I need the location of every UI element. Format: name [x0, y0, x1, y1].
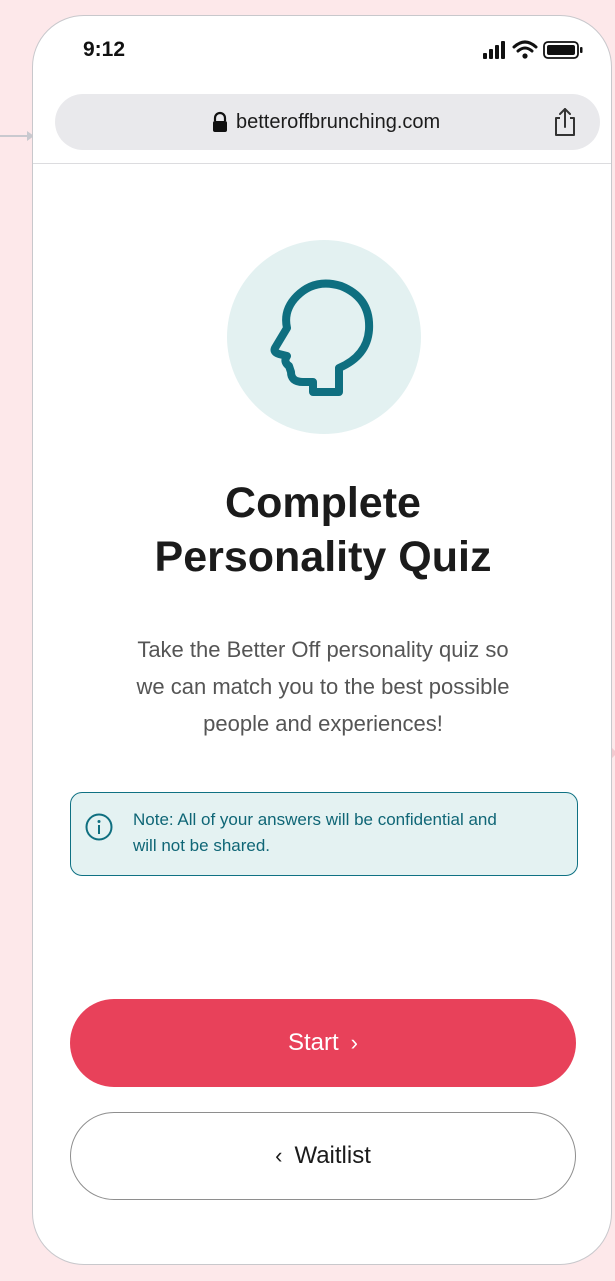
note-line-2: will not be shared.	[133, 836, 271, 855]
battery-icon	[543, 41, 583, 59]
info-icon	[85, 813, 113, 841]
cellular-signal-icon	[483, 41, 505, 59]
phone-frame: 9:12 betteroffbrunching.com Complete Per…	[32, 15, 612, 1265]
note-line-1: Note: All of your answers will be confid…	[133, 810, 497, 829]
waitlist-button-label: Waitlist	[294, 1142, 371, 1169]
chevron-right-icon: ›	[350, 1030, 358, 1055]
lock-icon	[213, 111, 227, 132]
browser-url-bar[interactable]: betteroffbrunching.com	[55, 94, 600, 150]
description-line-1: Take the Better Off personality quiz so	[137, 637, 509, 662]
title-line-1: Complete	[225, 479, 421, 527]
chevron-left-icon: ‹	[275, 1143, 283, 1168]
description-line-2: we can match you to the best possible	[136, 674, 510, 699]
page-title: Complete Personality Quiz	[73, 476, 573, 584]
url-bar-divider	[33, 163, 611, 164]
quiz-description: Take the Better Off personality quiz so …	[83, 631, 563, 742]
head-profile-icon	[270, 279, 374, 396]
title-line-2: Personality Quiz	[154, 533, 492, 581]
confidentiality-note: Note: All of your answers will be confid…	[70, 792, 578, 876]
status-time: 9:12	[83, 38, 126, 61]
note-text: Note: All of your answers will be confid…	[133, 807, 563, 859]
description-line-3: people and experiences!	[203, 711, 443, 736]
status-icons	[483, 40, 583, 59]
status-bar: 9:12	[33, 16, 611, 86]
start-button[interactable]: Start ›	[70, 999, 576, 1087]
wifi-icon	[512, 40, 538, 59]
flow-connector-arrow	[0, 131, 34, 141]
waitlist-button[interactable]: ‹ Waitlist	[70, 1112, 576, 1200]
share-icon[interactable]	[551, 106, 579, 138]
url-text: betteroffbrunching.com	[236, 111, 441, 133]
hero-icon-circle	[227, 240, 421, 434]
start-button-label: Start	[287, 1029, 339, 1056]
